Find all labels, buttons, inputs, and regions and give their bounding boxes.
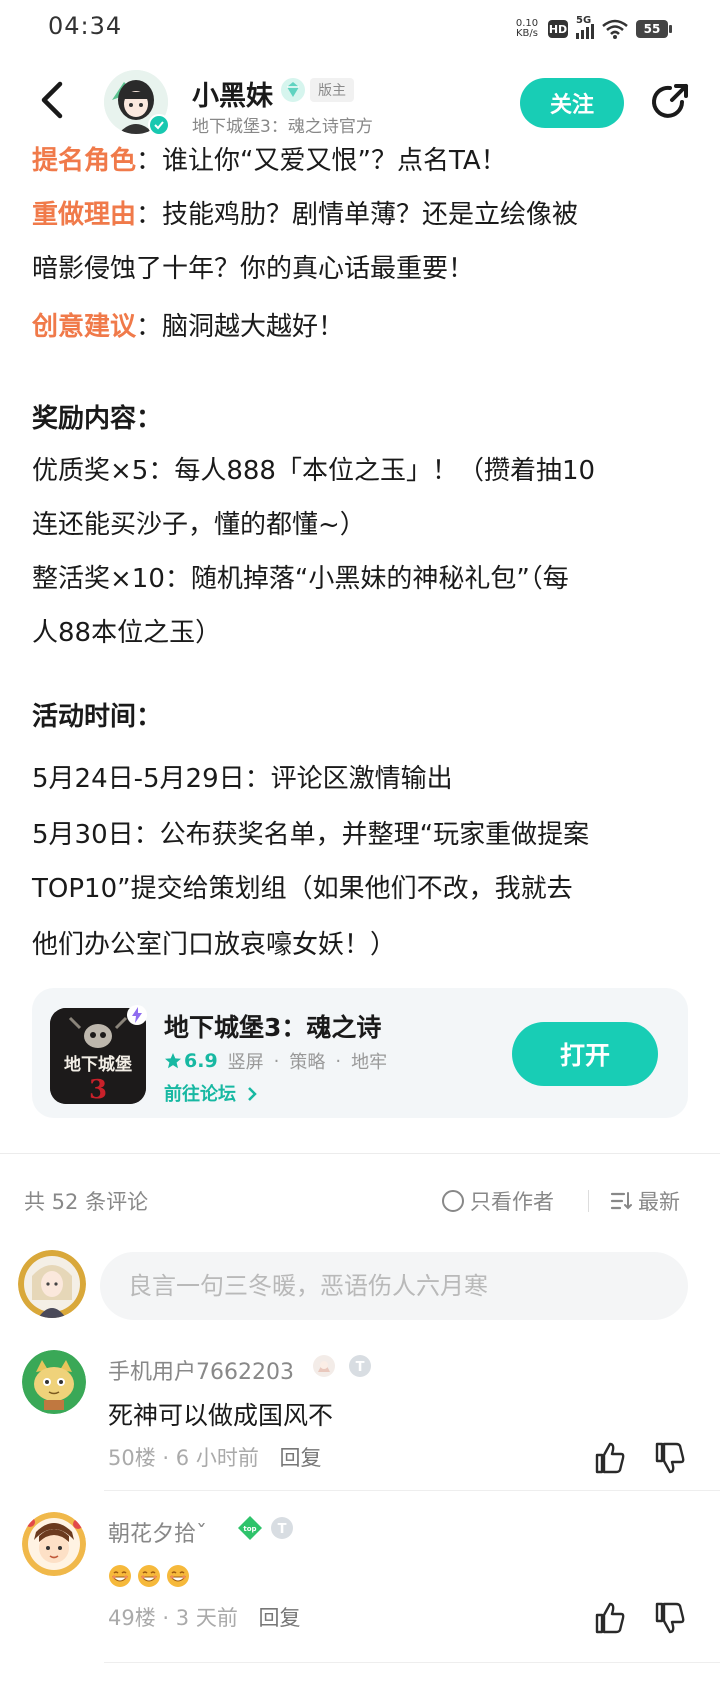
time-line-2-cont: TOP10”提交给策划组（如果他们不改，我就去: [32, 874, 573, 904]
comment-meta: 49楼 · 3 天前 回复: [108, 1606, 301, 1630]
comment-divider: [104, 1662, 720, 1663]
svg-text:T: T: [356, 1360, 365, 1375]
comment-item: 手机用户7662203 T 死神可以做成国风不 50楼 · 6 小时前 回复: [0, 1350, 720, 1491]
time-line-1: 5月24日-5月29日：评论区激情输出: [32, 764, 453, 794]
sort-button[interactable]: 最新: [610, 1186, 680, 1216]
game-card[interactable]: 地下城堡 3 地下城堡3：魂之诗 6.9 竖屏 · 策略 · 地牢 前往论坛 打…: [32, 988, 688, 1118]
status-icons: 0.10 KB/s HD 5G 55: [514, 15, 672, 42]
battery-icon: 55: [636, 20, 672, 38]
reward-title: 奖励内容：: [32, 404, 163, 434]
hd-icon: HD: [548, 20, 568, 38]
my-avatar[interactable]: [18, 1250, 86, 1318]
sort-icon: [610, 1192, 632, 1210]
level-badge-icon: T: [271, 1517, 293, 1539]
game-tag: 地牢: [351, 1052, 388, 1073]
author-avatar[interactable]: [104, 70, 170, 136]
follow-button[interactable]: 关注: [520, 78, 624, 128]
chevron-right-icon: [248, 1087, 258, 1101]
reason-line: 重做理由：技能鸡肋？剧情单薄？还是立绘像被: [32, 200, 579, 230]
thumbs-up-icon[interactable]: [592, 1440, 628, 1476]
svg-text:3: 3: [89, 1075, 107, 1104]
reward-line-2-cont: 人88本位之玉）: [32, 618, 222, 648]
author-name[interactable]: 小黑妹: [192, 74, 273, 113]
top-badge-icon: top: [238, 1516, 262, 1540]
game-tag: 策略: [289, 1052, 326, 1073]
game-tag: 竖屏: [227, 1052, 264, 1073]
reward-line-1-cont: 连还能买沙子，懂的都懂~）: [32, 510, 366, 540]
verified-icon: [148, 114, 170, 136]
lightning-badge-icon: [127, 1005, 147, 1025]
time-line-2-end: 他们办公室门口放哀嚎女妖！）: [32, 930, 397, 960]
status-time: 04:34: [48, 12, 123, 40]
time-title: 活动时间：: [32, 702, 163, 732]
grin-emoji-icon: [138, 1565, 160, 1587]
svg-text:地下城堡: 地下城堡: [64, 1054, 132, 1075]
thumbs-up-icon[interactable]: [592, 1600, 628, 1636]
reason-line-cont: 暗影侵蚀了十年？你的真心话最重要！: [32, 254, 475, 284]
radio-icon: [442, 1190, 464, 1212]
comment-input[interactable]: [100, 1252, 688, 1320]
reward-line-2: 整活奖×10：随机掉落“小黑妹的神秘礼包”（每: [32, 564, 569, 594]
role-line: 提名角色：谁让你“又爱又恨”？点名TA！: [32, 146, 507, 176]
moderator-badge: 版主: [310, 78, 354, 102]
network-speed: 0.10 KB/s: [515, 18, 539, 39]
grin-emoji-icon: [109, 1565, 131, 1587]
back-button[interactable]: [30, 78, 74, 122]
share-button[interactable]: [648, 80, 692, 124]
back-icon: [41, 81, 63, 119]
star-icon: [165, 1053, 181, 1069]
user-badge-icon: [313, 1355, 335, 1377]
thumbs-down-icon[interactable]: [652, 1440, 688, 1476]
reply-button[interactable]: 回复: [259, 1606, 301, 1630]
level-badge-icon: T: [349, 1355, 371, 1377]
comment-text: 死神可以做成国风不: [108, 1401, 334, 1430]
commenter-name[interactable]: 朝花夕拾ˇ: [108, 1516, 207, 1548]
open-game-button[interactable]: 打开: [512, 1022, 658, 1086]
reward-line-1: 优质奖×5：每人888「本位之玉」！（攒着抽10: [32, 456, 596, 486]
comment-divider: [104, 1490, 720, 1491]
svg-text:T: T: [278, 1522, 287, 1537]
commenter-avatar[interactable]: [22, 1350, 86, 1414]
game-name: 地下城堡3：魂之诗: [164, 1013, 382, 1042]
grin-emoji-icon: [167, 1565, 189, 1587]
level-gem-icon: [281, 78, 305, 102]
wifi-icon: [602, 19, 628, 39]
game-rating: 6.9: [164, 1050, 218, 1072]
comment-item: 朝花夕拾ˇ top T 49楼 · 3 天前 回复: [0, 1512, 720, 1663]
forum-link[interactable]: 前往论坛: [164, 1080, 258, 1106]
divider: [588, 1190, 589, 1212]
comments-header: 共 52 条评论 只看作者 最新: [0, 1178, 720, 1222]
comment-count: 共 52 条评论: [24, 1190, 149, 1214]
comment-meta: 50楼 · 6 小时前 回复: [108, 1446, 322, 1470]
thumbs-down-icon[interactable]: [652, 1600, 688, 1636]
share-icon: [652, 84, 688, 118]
reply-button[interactable]: 回复: [280, 1446, 322, 1470]
comment-input-row: [0, 1250, 720, 1322]
game-meta: 6.9 竖屏 · 策略 · 地牢: [164, 1048, 387, 1074]
cellular-signal-icon: 5G: [576, 15, 594, 39]
status-bar: 04:34 0.10 KB/s HD 5G 55: [0, 0, 720, 56]
svg-text:top: top: [243, 1525, 256, 1533]
section-divider: [0, 1153, 720, 1154]
author-only-toggle[interactable]: 只看作者: [442, 1186, 554, 1216]
commenter-avatar[interactable]: [22, 1512, 86, 1576]
time-line-2: 5月30日：公布获奖名单，并整理“玩家重做提案: [32, 820, 590, 850]
comment-text: [108, 1560, 195, 1589]
commenter-name[interactable]: 手机用户7662203: [108, 1354, 294, 1386]
idea-line: 创意建议：脑洞越大越好！: [32, 312, 345, 342]
